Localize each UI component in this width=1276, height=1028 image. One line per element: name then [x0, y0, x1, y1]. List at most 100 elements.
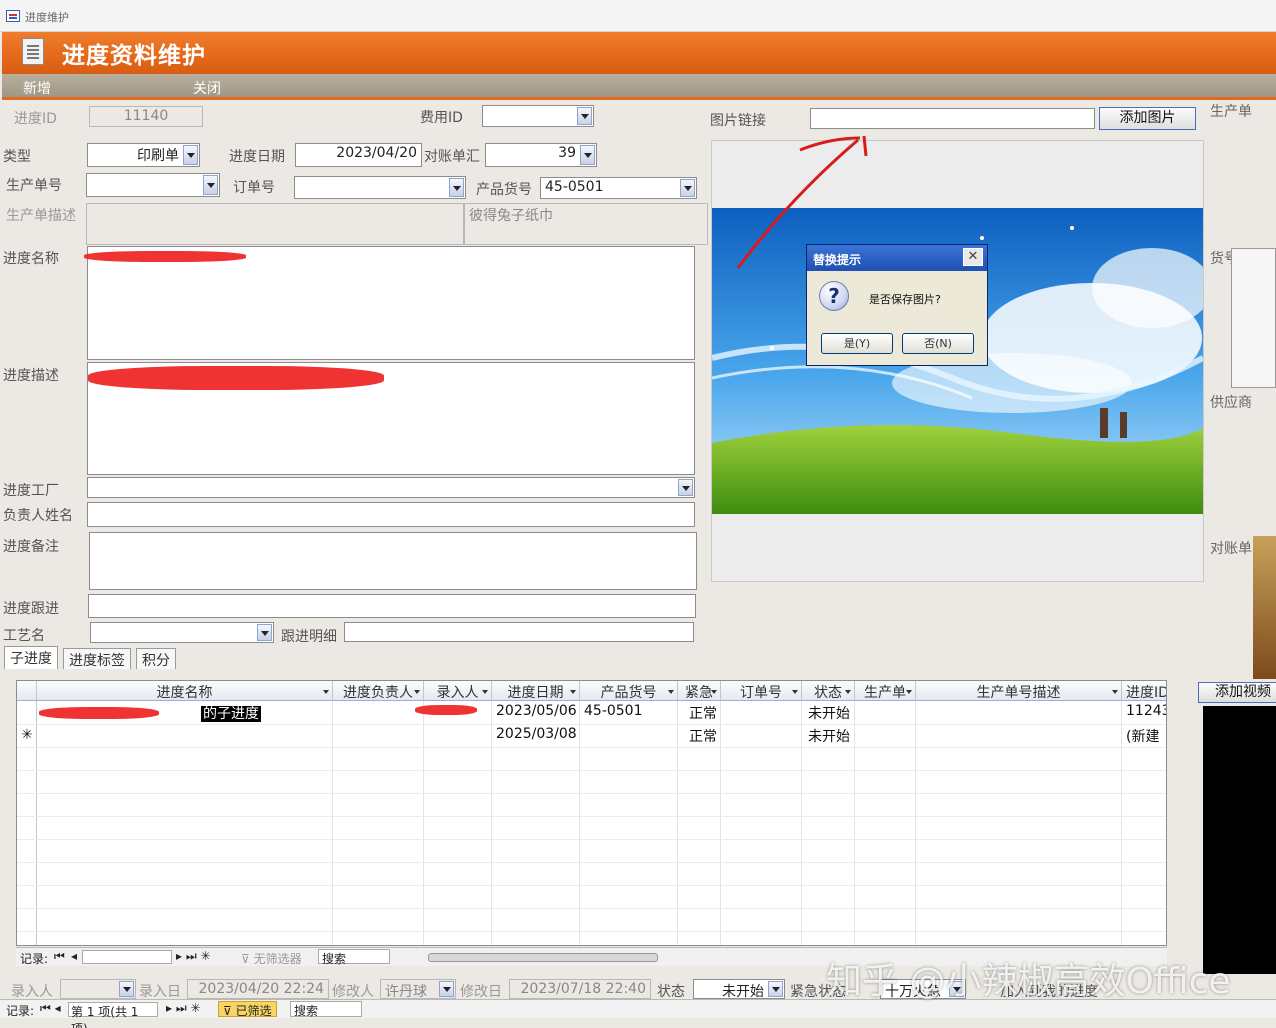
- date-field[interactable]: 2023/04/20: [295, 143, 422, 167]
- column-header[interactable]: 生产单: [855, 681, 916, 701]
- no-button[interactable]: 否(N): [902, 333, 974, 354]
- chevron-down-icon[interactable]: [449, 178, 464, 197]
- entry-date-field[interactable]: 2023/04/20 22:24: [187, 979, 329, 999]
- side-statement-label: 对账单: [1210, 541, 1252, 557]
- first-record-icon[interactable]: ⏮ ◂: [40, 1001, 61, 1016]
- grid-cell[interactable]: 未开始: [804, 724, 854, 747]
- chevron-down-icon[interactable]: [580, 145, 595, 165]
- name-textarea[interactable]: [87, 246, 695, 360]
- grid-cell[interactable]: 45-0501: [580, 701, 647, 724]
- goods-thumbnail: [1231, 248, 1276, 388]
- record-label: 记录:: [20, 952, 49, 966]
- grid-search-input[interactable]: 搜索: [318, 949, 390, 966]
- close-button[interactable]: 关闭: [193, 78, 221, 98]
- fee-id-select[interactable]: [482, 105, 594, 127]
- remark-textarea[interactable]: [89, 532, 697, 590]
- prod-desc-field-2[interactable]: 彼得兔子纸巾: [464, 203, 708, 245]
- chevron-down-icon[interactable]: [183, 145, 198, 165]
- dialog-title: 替换提示: [807, 245, 987, 271]
- close-icon[interactable]: ✕: [963, 248, 983, 266]
- prev-record-icon[interactable]: ◂: [71, 949, 77, 963]
- column-header[interactable]: 进度负责人: [333, 681, 424, 701]
- modify-date-field[interactable]: 2023/07/18 22:40: [509, 979, 651, 999]
- column-header[interactable]: 录入人: [424, 681, 492, 701]
- redaction-mark: [39, 707, 159, 719]
- factory-label: 进度工厂: [3, 483, 59, 499]
- toolbar: 新增 关闭: [2, 74, 1276, 100]
- side-supplier-label: 供应商: [1210, 395, 1252, 411]
- column-header[interactable]: 产品货号: [580, 681, 678, 701]
- process-select[interactable]: [90, 622, 274, 643]
- chevron-down-icon[interactable]: [678, 479, 693, 496]
- new-row-marker: ✳: [21, 727, 33, 743]
- statement-label: 对账单汇: [424, 149, 480, 165]
- grid-cell[interactable]: 11243: [1122, 701, 1166, 724]
- chevron-down-icon[interactable]: [203, 175, 218, 195]
- tab-points[interactable]: 积分: [136, 648, 176, 669]
- image-link-input[interactable]: [810, 108, 1095, 129]
- prod-desc-label: 生产单描述: [6, 208, 76, 224]
- remark-label: 进度备注: [3, 539, 59, 555]
- dialog-message: 是否保存图片?: [869, 293, 941, 306]
- column-header[interactable]: 状态: [802, 681, 855, 701]
- document-icon: [22, 38, 44, 65]
- add-video-button[interactable]: 添加视频: [1198, 682, 1276, 703]
- select-all-corner[interactable]: [17, 681, 37, 701]
- statement-select[interactable]: 39: [485, 143, 597, 167]
- modifier-label: 修改人: [332, 984, 374, 1000]
- column-header[interactable]: 进度名称: [37, 681, 333, 701]
- status-select[interactable]: 未开始: [693, 979, 785, 999]
- chevron-down-icon[interactable]: [257, 624, 272, 641]
- entry-select[interactable]: [60, 979, 136, 999]
- grid-cell[interactable]: 未开始: [804, 701, 854, 724]
- new-button[interactable]: 新增: [23, 78, 51, 98]
- owner-input[interactable]: [87, 502, 695, 527]
- replace-dialog: 替换提示 ✕ ? 是否保存图片? 是(Y) 否(N): [806, 244, 988, 366]
- chevron-down-icon[interactable]: [119, 981, 134, 997]
- factory-select[interactable]: [87, 477, 695, 498]
- prod-desc-field[interactable]: [86, 203, 464, 245]
- next-record-icon[interactable]: ▸ ⏭ ✳: [176, 949, 211, 964]
- redaction-mark: [415, 705, 477, 715]
- chevron-down-icon[interactable]: [439, 981, 454, 997]
- follow-input[interactable]: [88, 594, 696, 618]
- column-header[interactable]: 紧急: [678, 681, 721, 701]
- modifier-select[interactable]: 许丹球: [380, 979, 456, 999]
- order-label: 订单号: [233, 180, 275, 196]
- order-select[interactable]: [294, 176, 466, 199]
- first-record-icon[interactable]: ⏮: [54, 949, 65, 964]
- grid-cell[interactable]: 2025/03/08: [492, 724, 581, 747]
- chevron-down-icon[interactable]: [680, 179, 695, 197]
- record-position[interactable]: 第 1 项(共 1 项): [68, 1002, 158, 1028]
- column-header[interactable]: 订单号: [721, 681, 802, 701]
- entry-date-label: 录入日: [139, 984, 181, 1000]
- progress-id-field[interactable]: 11140: [89, 106, 203, 127]
- type-select[interactable]: 印刷单: [87, 143, 200, 167]
- grid-cell[interactable]: 正常: [685, 701, 721, 724]
- grid-cell[interactable]: (新建: [1122, 724, 1163, 747]
- column-header[interactable]: 进度ID: [1122, 681, 1166, 701]
- yes-button[interactable]: 是(Y): [821, 333, 893, 354]
- grid-cell[interactable]: 2023/05/06: [492, 701, 581, 724]
- video-player[interactable]: [1203, 706, 1276, 974]
- chevron-down-icon[interactable]: [768, 981, 783, 997]
- no-filter-button[interactable]: ⊽ 无筛选器: [241, 950, 302, 967]
- tab-progress-tags[interactable]: 进度标签: [63, 648, 131, 669]
- column-header[interactable]: 生产单号描述: [916, 681, 1122, 701]
- prod-order-select[interactable]: [86, 173, 220, 197]
- product-code-select[interactable]: 45-0501: [540, 177, 697, 199]
- filtered-button[interactable]: ⊽ 已筛选: [218, 1001, 277, 1018]
- tab-subprogress[interactable]: 子进度: [4, 646, 58, 669]
- follow-detail-input[interactable]: [344, 622, 694, 642]
- form-search-input[interactable]: 搜索: [290, 1001, 362, 1018]
- banner: 进度资料维护: [2, 32, 1276, 74]
- grid-cell[interactable]: 正常: [685, 724, 721, 747]
- desc-label: 进度描述: [3, 368, 59, 384]
- status-label: 状态: [657, 984, 685, 1000]
- column-header[interactable]: 进度日期: [492, 681, 580, 701]
- horizontal-scrollbar[interactable]: [428, 953, 658, 962]
- chevron-down-icon[interactable]: [577, 107, 592, 125]
- next-record-icon[interactable]: ▸ ⏭ ✳: [166, 1001, 201, 1016]
- add-image-button[interactable]: 添加图片: [1099, 107, 1196, 130]
- record-position[interactable]: [82, 950, 172, 964]
